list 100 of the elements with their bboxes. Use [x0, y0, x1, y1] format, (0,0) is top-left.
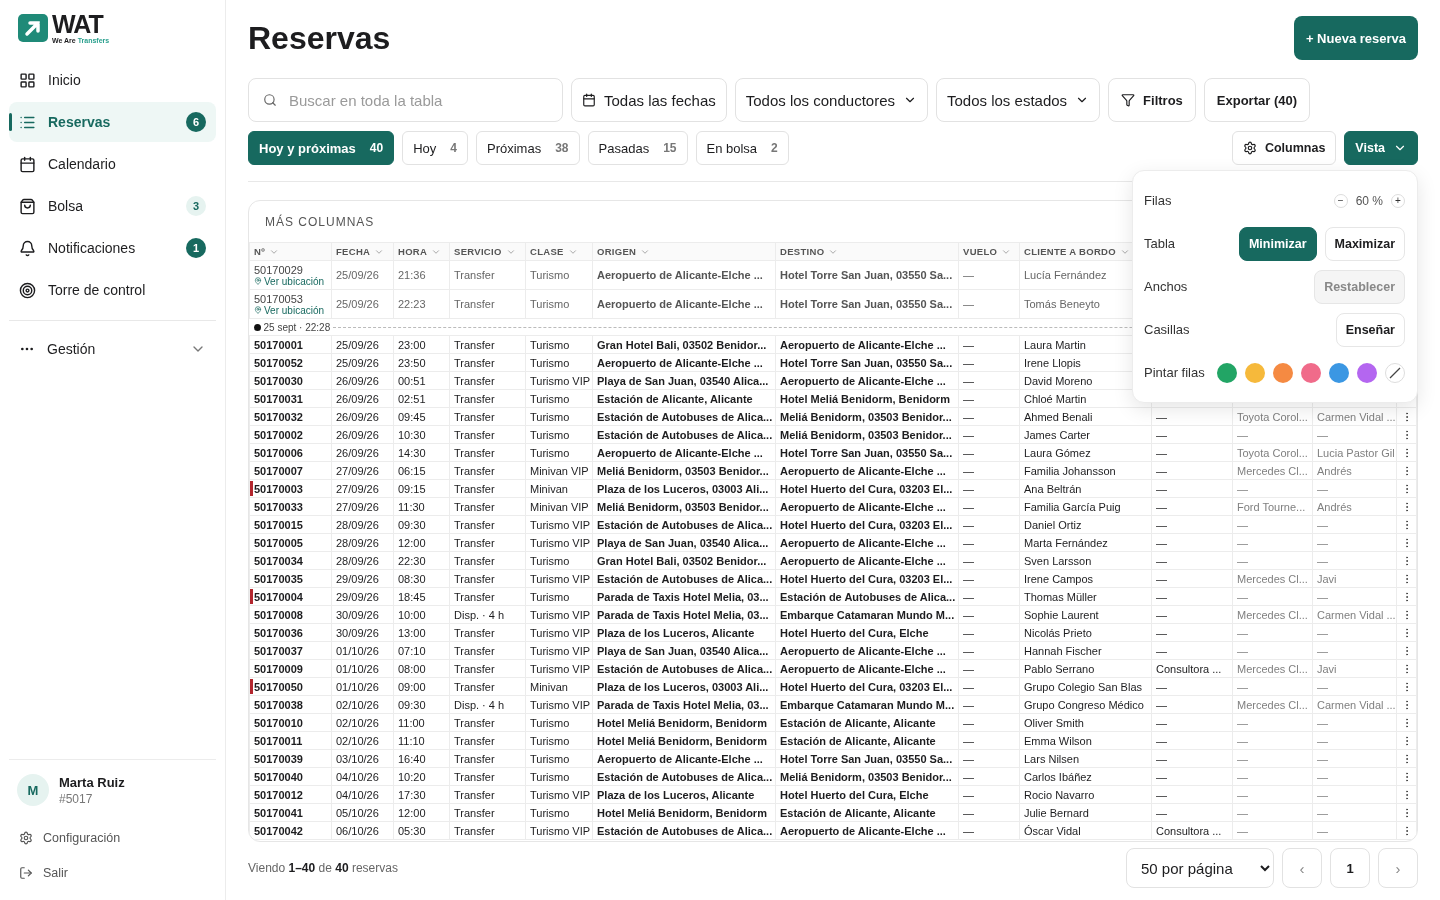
table-cell: Transfer [454, 644, 495, 657]
next-page-button[interactable]: › [1378, 848, 1418, 888]
table-cell: — [1317, 428, 1328, 441]
table-cell: 12:00 [398, 806, 426, 819]
table-cell: Rocio Navarro [1024, 788, 1095, 801]
table-cell: — [1237, 770, 1248, 783]
table-cell: 29/09/26 [336, 572, 379, 585]
table-cell: Parada de Taxis Hotel Melia, 03... [597, 608, 769, 621]
section-toggle[interactable]: Gestión [9, 329, 216, 369]
table-cell: Aeropuerto de Alicante-Elche ... [780, 374, 946, 387]
table-cell: Hotel Huerto del Cura, 03203 El... [780, 518, 953, 531]
table-cell: 50170041 [254, 806, 303, 819]
sidebar-item[interactable]: Bolsa 3 [9, 186, 216, 226]
export-button[interactable]: Exportar (40) [1203, 78, 1310, 122]
color-swatch[interactable] [1273, 362, 1293, 383]
table-cell: Carmen Vidal ... [1317, 410, 1396, 423]
color-swatch[interactable] [1245, 362, 1265, 383]
page-size-select[interactable]: 50 por página [1126, 848, 1274, 888]
sidebar-item[interactable]: Reservas 6 [9, 102, 216, 142]
table-cell: 50170038 [254, 698, 303, 711]
page-button[interactable]: 1 [1330, 848, 1370, 888]
table-cell: — [1317, 590, 1328, 603]
filter-tab[interactable]: Hoy 4 [402, 131, 468, 165]
table-cell: Carmen Vidal ... [1317, 608, 1396, 621]
table-cell: — [963, 770, 974, 783]
column-header[interactable]: DESTINO [780, 246, 839, 257]
filter-tab[interactable]: En bolsa 2 [695, 131, 789, 165]
filter-tab[interactable]: Próximas 38 [476, 131, 580, 165]
option-label: Filas [1144, 193, 1173, 208]
zoom-value: 60 % [1355, 193, 1383, 208]
sidebar-item[interactable]: Notificaciones 1 [9, 228, 216, 268]
previous-page-button[interactable]: ‹ [1282, 848, 1322, 888]
filters-button[interactable]: Filtros [1108, 78, 1196, 122]
sidebar-item[interactable]: Inicio [9, 60, 216, 100]
table-cell: Aeropuerto de Alicante-Elche ... [780, 554, 946, 567]
table-cell: Transfer [454, 770, 495, 783]
location-link[interactable]: Ver ubicación [254, 275, 327, 287]
table-cell: 50170039 [254, 752, 303, 765]
color-swatch[interactable] [1329, 362, 1349, 383]
table-cell: — [963, 446, 974, 459]
table-cell: — [1237, 752, 1248, 765]
sidebar-item[interactable]: Calendario [9, 144, 216, 184]
color-swatch[interactable] [1301, 362, 1321, 383]
option-label: Pintar filas [1144, 365, 1206, 380]
sidebar-link[interactable]: Configuración [9, 820, 216, 855]
table-cell: — [1156, 572, 1167, 585]
table-cell: Nicolás Prieto [1024, 626, 1092, 639]
sidebar-link[interactable]: Salir [9, 855, 216, 890]
table-size-button[interactable]: Maximizar [1324, 226, 1405, 261]
target-icon [19, 281, 36, 299]
driver-filter[interactable]: Todos los conductores [734, 78, 928, 122]
table-cell: Mercedes Cl... [1237, 662, 1308, 675]
table-cell: Transfer [454, 626, 495, 639]
table-cell: 26/09/26 [336, 428, 379, 441]
table-cell: 28/09/26 [336, 554, 379, 567]
table-cell: 08:00 [398, 662, 426, 675]
table-cell: 01/10/26 [336, 662, 379, 675]
filter-tab[interactable]: Pasadas 15 [587, 131, 688, 165]
option-label: Casillas [1144, 322, 1191, 337]
table-cell: — [963, 716, 974, 729]
location-link[interactable]: Ver ubicación [254, 304, 327, 316]
color-swatch[interactable] [1357, 362, 1377, 383]
table-cell: Estación de Autobuses de Alica... [597, 428, 773, 441]
table-cell: Transfer [454, 338, 495, 351]
table-cell: 10:30 [398, 428, 426, 441]
table-cell: — [1317, 536, 1328, 549]
show-button[interactable]: Enseñar [1335, 312, 1405, 347]
decrease-button[interactable]: − [1333, 193, 1348, 208]
table-cell: Meliá Benidorm, 03503 Benidor... [780, 770, 952, 783]
status-filter[interactable]: Todos los estados [936, 78, 1101, 122]
table-cell: Transfer [454, 446, 495, 459]
table-cell: Aeropuerto de Alicante-Elche ... [780, 500, 946, 513]
view-button[interactable]: Vista [1344, 131, 1418, 165]
sidebar-item[interactable]: Torre de control [9, 270, 216, 310]
no-color-swatch[interactable] [1385, 362, 1405, 383]
table-cell: 10:00 [398, 608, 426, 621]
table-cell: Aeropuerto de Alicante-Elche ... [780, 662, 946, 675]
column-header[interactable]: Nº [254, 246, 279, 257]
table-cell: Turismo VIP [530, 824, 591, 837]
pin-icon [254, 277, 262, 285]
table-cell: Aeropuerto de Alicante-Elche ... [597, 356, 763, 369]
table-cell: — [963, 572, 974, 585]
new-booking-button[interactable]: + Nueva reserva [1293, 16, 1418, 60]
column-header[interactable]: ORIGEN [597, 246, 651, 257]
table-cell: Lars Nilsen [1024, 752, 1080, 765]
option-label: Anchos [1144, 279, 1189, 294]
table-cell: — [1156, 518, 1167, 531]
table-cell: 50170005 [254, 536, 303, 549]
filter-tab[interactable]: Hoy y próximas 40 [248, 131, 395, 165]
table-size-button[interactable]: Minimizar [1238, 226, 1317, 261]
page-title: Reservas [248, 19, 391, 57]
table-cell: 25/09/26 [336, 269, 379, 281]
date-filter[interactable]: Todas las fechas [571, 78, 727, 122]
table-cell: Aeropuerto de Alicante-Elche ... [780, 824, 946, 837]
table-cell: 30/09/26 [336, 608, 379, 621]
table-cell: Oliver Smith [1024, 716, 1084, 729]
increase-button[interactable]: + [1391, 193, 1405, 208]
search-field[interactable]: Buscar en toda la tabla [248, 78, 563, 122]
columns-button[interactable]: Columnas [1231, 131, 1337, 165]
color-swatch[interactable] [1217, 362, 1237, 383]
